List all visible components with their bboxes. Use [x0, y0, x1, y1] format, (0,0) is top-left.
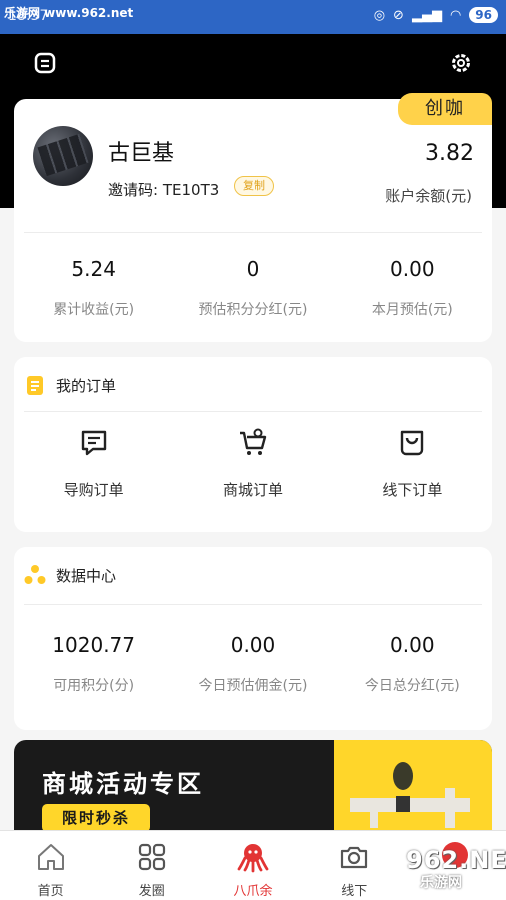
clipboard-icon [27, 376, 43, 395]
location-icon: ◎ [373, 7, 386, 23]
signal-icon: ▂▄▆ [411, 7, 442, 23]
invite-code-row: 邀请码: TE10T3 [108, 179, 219, 200]
stat-label: 今日总分红(元) [364, 678, 460, 694]
home-icon [37, 844, 64, 870]
my-orders-card: 我的订单 导购订单 商城订单 线下订单 [14, 357, 492, 532]
message-icon [81, 430, 106, 456]
data-section-title[interactable]: 数据中心 [24, 564, 116, 586]
stat-available-points[interactable]: 1020.77 可用积分(分) [14, 633, 173, 695]
stat-value: 0.00 [390, 633, 435, 657]
banner-title: 商城活动专区 [42, 770, 204, 798]
cart-icon [239, 428, 267, 455]
watermark-brand: 962.NET [406, 846, 506, 874]
stat-value: 1020.77 [52, 633, 136, 657]
message-box-icon[interactable] [34, 52, 56, 74]
stat-month-estimate[interactable]: 0.00 本月预估(元) [333, 257, 492, 319]
watermark-name: 乐游网 [420, 875, 462, 891]
stat-value: 0.00 [390, 257, 435, 281]
grid-icon [138, 843, 165, 871]
section-title-text: 数据中心 [56, 566, 117, 585]
divider [24, 232, 482, 233]
stat-value: 0 [246, 257, 260, 281]
stat-total-income[interactable]: 5.24 累计收益(元) [14, 257, 173, 319]
copy-invite-button[interactable]: 复制 [234, 176, 274, 196]
invite-label: 邀请码: [108, 181, 159, 199]
data-nodes-icon [24, 565, 46, 584]
data-center-card: 数据中心 1020.77 可用积分(分) 0.00 今日预估佣金(元) 0.00… [14, 547, 492, 730]
octopus-icon [237, 844, 269, 873]
status-bar: 18:37 乐游网 www.962.net ◎ ⊘ ▂▄▆ ◠ 96 [0, 0, 506, 34]
account-balance-label: 账户余额(元) [385, 187, 472, 205]
tab-label: 八爪余 [233, 884, 273, 899]
status-icons: ◎ ⊘ ▂▄▆ ◠ 96 [374, 7, 498, 23]
stat-today-dividend[interactable]: 0.00 今日总分红(元) [333, 633, 492, 695]
battery-indicator: 96 [469, 7, 498, 23]
invite-code: TE10T3 [162, 181, 220, 199]
tab-moments[interactable]: 发圈 [101, 831, 202, 900]
order-type-label: 导购订单 [63, 481, 124, 499]
stat-estimated-dividend[interactable]: 0 预估积分分红(元) [173, 257, 332, 319]
mute-icon: ⊘ [393, 7, 404, 23]
site-watermark: 962.NET 乐游网 [366, 842, 506, 896]
bag-icon [401, 430, 424, 456]
stat-label: 本月预估(元) [371, 302, 453, 318]
stat-label: 累计收益(元) [53, 302, 135, 318]
wifi-icon: ◠ [449, 7, 462, 23]
order-types: 导购订单 商城订单 线下订单 [14, 427, 492, 500]
stat-label: 今日预估佣金(元) [198, 678, 308, 694]
tab-octopus[interactable]: 八爪余 [202, 831, 303, 900]
flash-sale-tag[interactable]: 限时秒杀 [42, 804, 150, 832]
avatar[interactable] [33, 126, 93, 186]
section-title-text: 我的订单 [56, 376, 117, 395]
profile-card: 创咖 古巨基 邀请码: TE10T3 复制 3.82 账户余额(元) 5.24 … [14, 93, 492, 342]
stat-today-commission[interactable]: 0.00 今日预估佣金(元) [173, 633, 332, 695]
plant-illustration [393, 762, 413, 812]
member-level-badge: 创咖 [398, 93, 492, 125]
settings-gear-icon[interactable] [450, 52, 472, 74]
order-type-offline[interactable]: 线下订单 [333, 427, 492, 500]
stat-label: 预估积分分红(元) [198, 302, 308, 318]
orders-section-title[interactable]: 我的订单 [24, 374, 116, 396]
data-stats: 1020.77 可用积分(分) 0.00 今日预估佣金(元) 0.00 今日总分… [14, 633, 492, 695]
stat-value: 0.00 [230, 633, 276, 657]
tab-label: 发圈 [138, 884, 165, 899]
order-type-label: 商城订单 [222, 481, 283, 499]
tab-label: 首页 [37, 884, 64, 899]
watermark: 乐游网 www.962.net [4, 6, 134, 20]
earnings-stats: 5.24 累计收益(元) 0 预估积分分红(元) 0.00 本月预估(元) [14, 257, 492, 319]
order-type-guide[interactable]: 导购订单 [14, 427, 173, 500]
divider [24, 411, 482, 412]
divider [24, 604, 482, 605]
tab-home[interactable]: 首页 [0, 831, 101, 900]
order-type-mall[interactable]: 商城订单 [173, 427, 332, 500]
account-balance: 3.82 [425, 141, 474, 166]
stat-label: 可用积分(分) [53, 678, 135, 694]
user-name: 古巨基 [108, 141, 175, 166]
order-type-label: 线下订单 [382, 481, 443, 499]
stat-value: 5.24 [71, 257, 116, 281]
